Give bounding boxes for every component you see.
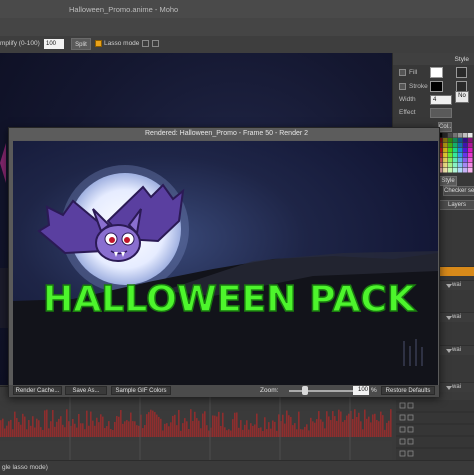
- split-button[interactable]: Split: [71, 38, 91, 50]
- effect-label: Effect: [399, 109, 416, 116]
- effect-dropdown[interactable]: [430, 108, 452, 118]
- zoom-label: Zoom:: [260, 387, 279, 394]
- checker-button[interactable]: Checker se: [443, 186, 474, 196]
- fill-checkbox[interactable]: [399, 69, 406, 76]
- render-title-bar[interactable]: Rendered: Halloween_Promo - Frame 50 - R…: [9, 128, 439, 140]
- menu-strip: [0, 18, 474, 36]
- no-button[interactable]: No: [455, 91, 469, 103]
- layer-row-selected[interactable]: [438, 266, 474, 276]
- tool-options-bar: mplify (0-100) 100 Split Lasso mode: [0, 36, 474, 54]
- layer-row[interactable]: wai: [438, 280, 474, 290]
- layer-name: wai: [452, 347, 462, 353]
- lasso-mode-checkbox[interactable]: [95, 40, 102, 47]
- zoom-input[interactable]: 100: [353, 386, 369, 395]
- layer-row[interactable]: wai: [438, 382, 474, 392]
- fill-color-swatch[interactable]: [430, 67, 443, 78]
- layer-row[interactable]: wai: [438, 345, 474, 355]
- layer-list[interactable]: [396, 400, 474, 460]
- col-button[interactable]: Col...: [438, 122, 452, 132]
- stroke-label: Stroke: [409, 83, 428, 90]
- fill-label: Fill: [409, 69, 418, 76]
- width-input[interactable]: 4: [430, 95, 452, 105]
- width-label: Width: [399, 96, 416, 103]
- headline: HALLOWEEN PACK: [43, 279, 416, 320]
- settings-small-icon[interactable]: [152, 40, 159, 47]
- rendered-frame: HALLOWEEN PACK: [13, 141, 438, 386]
- zoom-slider-handle[interactable]: [302, 386, 308, 395]
- save-as-button[interactable]: Save As...: [65, 386, 107, 395]
- window-title: Halloween_Promo.anime - Moho: [69, 5, 179, 14]
- main-title-bar: Halloween_Promo.anime - Moho: [0, 0, 474, 19]
- restore-defaults-button[interactable]: Restore Defaults: [381, 386, 435, 395]
- style-panel-header: Style: [454, 56, 469, 63]
- style-tab[interactable]: Style: [439, 176, 457, 186]
- status-bar: gle lasso mode): [0, 460, 474, 475]
- timeline[interactable]: [0, 386, 392, 461]
- layer-name: wai: [452, 314, 462, 320]
- copy-icon[interactable]: [142, 40, 149, 47]
- stroke-color-swatch[interactable]: [430, 81, 443, 92]
- render-window-title: Rendered: Halloween_Promo - Frame 50 - R…: [145, 130, 309, 137]
- layer-row[interactable]: wai: [438, 312, 474, 322]
- render-toolbar: Render Cache... Save As... Sample GIF Co…: [9, 385, 439, 397]
- simplify-input[interactable]: 100: [44, 39, 64, 49]
- sample-gif-colors-button[interactable]: Sample GIF Colors: [111, 386, 171, 395]
- stroke-checkbox[interactable]: [399, 83, 406, 90]
- fill-picker-icon[interactable]: [456, 67, 467, 78]
- layer-name: wai: [452, 282, 462, 288]
- simplify-label: mplify (0-100): [0, 40, 40, 47]
- render-window[interactable]: Rendered: Halloween_Promo - Frame 50 - R…: [8, 127, 440, 397]
- lasso-mode-label: Lasso mode: [104, 40, 140, 47]
- render-cache-button[interactable]: Render Cache...: [13, 386, 62, 395]
- zoom-slider[interactable]: [289, 390, 353, 392]
- status-text: gle lasso mode): [2, 464, 48, 471]
- zoom-unit: %: [371, 387, 377, 394]
- layers-tab[interactable]: Layers: [439, 200, 474, 210]
- layer-name: wai: [452, 384, 462, 390]
